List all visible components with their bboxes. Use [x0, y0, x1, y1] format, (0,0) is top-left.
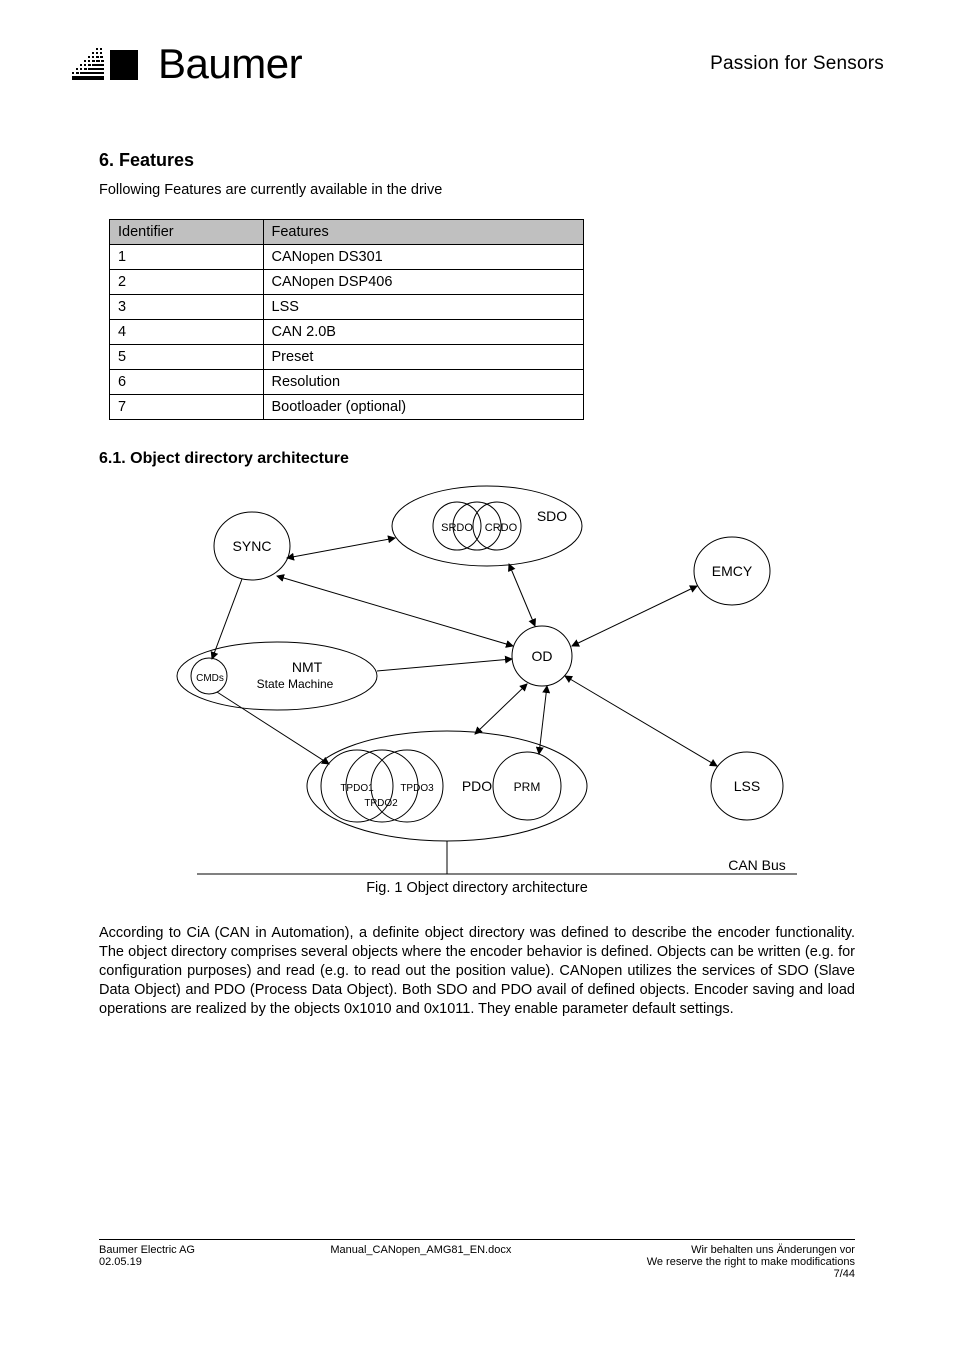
table-row: 4CAN 2.0B [110, 320, 584, 345]
description-text: According to CiA (CAN in Automation), a … [99, 924, 855, 1018]
table-row: 1CANopen DS301 [110, 245, 584, 270]
table-row: 7Bootloader (optional) [110, 395, 584, 420]
svg-text:CMDs: CMDs [196, 673, 224, 684]
svg-text:State Machine: State Machine [257, 677, 334, 691]
col-features: Features [263, 220, 584, 245]
footer-filename: Manual_CANopen_AMG81_EN.docx [330, 1244, 511, 1280]
svg-text:OD: OD [532, 648, 553, 664]
figure-caption: Fig. 1 Object directory architecture [99, 880, 855, 896]
col-identifier: Identifier [110, 220, 264, 245]
svg-text:SDO: SDO [537, 508, 567, 524]
features-heading: 6. Features [99, 150, 855, 171]
footer-disclaimer-en: We reserve the right to make modificatio… [647, 1256, 855, 1268]
svg-text:CRDO: CRDO [485, 522, 518, 534]
obj-dir-heading: 6.1. Object directory architecture [99, 450, 855, 468]
svg-text:CAN Bus: CAN Bus [728, 857, 786, 873]
features-intro: Following Features are currently availab… [99, 181, 855, 199]
svg-text:SYNC: SYNC [233, 538, 272, 554]
features-table: Identifier Features 1CANopen DS301 2CANo… [109, 219, 584, 420]
svg-text:EMCY: EMCY [712, 563, 753, 579]
svg-text:PRM: PRM [514, 780, 541, 794]
architecture-diagram: OD SYNC SDO SRDO CRDO EMCY CMDs [157, 476, 797, 876]
page-footer: Baumer Electric AG 02.05.19 Manual_CANop… [99, 1239, 855, 1280]
svg-text:TPDO2: TPDO2 [364, 798, 398, 809]
footer-company: Baumer Electric AG [99, 1244, 195, 1256]
svg-text:TPDO3: TPDO3 [400, 783, 434, 794]
table-row: 5Preset [110, 345, 584, 370]
table-row: 6Resolution [110, 370, 584, 395]
svg-text:NMT: NMT [292, 659, 323, 675]
table-row: 2CANopen DSP406 [110, 270, 584, 295]
svg-text:LSS: LSS [734, 778, 760, 794]
svg-text:TPDO1: TPDO1 [340, 783, 374, 794]
brand-name: Baumer [158, 40, 302, 88]
svg-text:PDO: PDO [462, 778, 492, 794]
footer-page: 7/44 [647, 1268, 855, 1280]
svg-text:SRDO: SRDO [441, 522, 473, 534]
table-row: 3LSS [110, 295, 584, 320]
footer-date: 02.05.19 [99, 1256, 195, 1268]
tagline: Passion for Sensors [710, 53, 884, 75]
footer-disclaimer-de: Wir behalten uns Änderungen vor [647, 1244, 855, 1256]
brand-logo: Baumer [70, 40, 302, 88]
brand-mark-icon [70, 46, 140, 82]
